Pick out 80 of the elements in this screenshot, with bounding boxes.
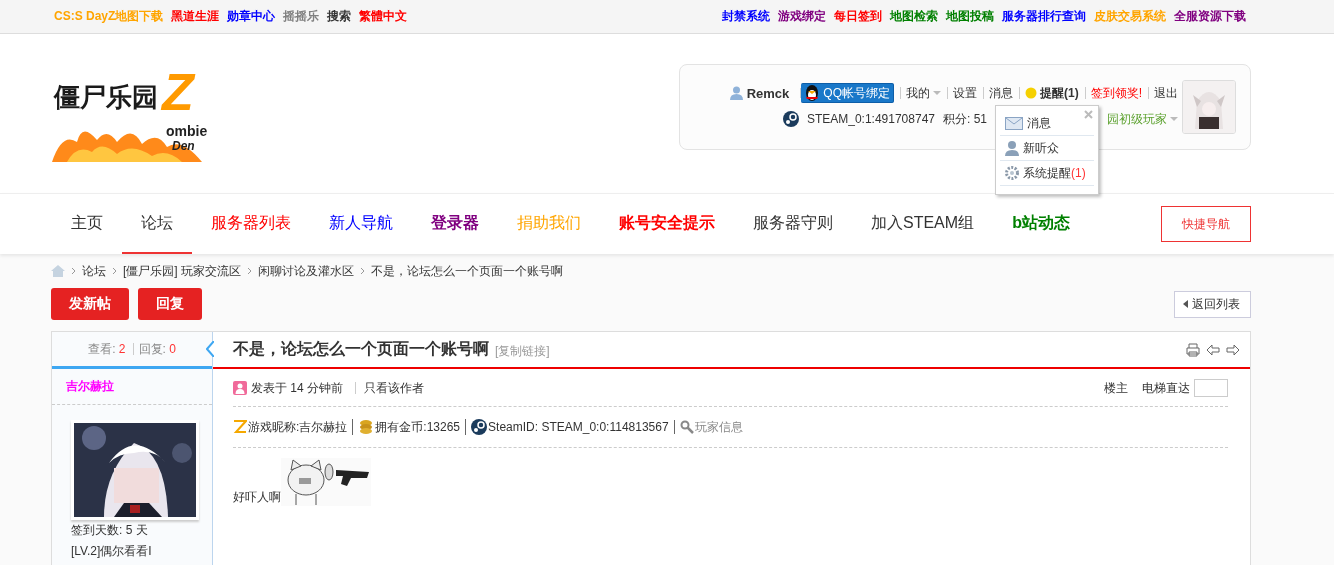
quick-nav-button[interactable]: 快捷导航 — [1161, 206, 1251, 242]
top-link[interactable]: 搜索 — [327, 8, 352, 25]
gear-icon — [1005, 166, 1019, 180]
player-info[interactable]: 玩家信息 — [694, 421, 743, 433]
chevron-icon — [112, 267, 117, 275]
nav-tab[interactable]: 账号安全提示 — [600, 194, 734, 254]
top-link[interactable]: 游戏绑定 — [778, 8, 826, 25]
only-author-link[interactable]: 只看该作者 — [355, 381, 424, 394]
user-link[interactable]: 退出 — [1154, 87, 1178, 99]
dropdown-item[interactable]: 系统提醒(1) — [1000, 161, 1094, 186]
floor-jump-field[interactable] — [1194, 378, 1228, 397]
user-icon — [1005, 140, 1019, 156]
top-link[interactable]: 繁體中文 — [359, 8, 408, 25]
player-info: 游戏昵称:吉尔赫拉 — [248, 421, 348, 433]
breadcrumb-link[interactable]: 不是，论坛怎么一个页面一个账号啊 — [371, 262, 563, 280]
user-link[interactable]: 设置 — [953, 87, 977, 99]
views-count: 查看: 2 — [88, 343, 126, 355]
steam-icon — [782, 111, 799, 127]
player-info: SteamID: STEAM_0:0:114813567 — [488, 421, 669, 433]
nav-tab[interactable]: 服务器守则 — [734, 194, 852, 254]
post-time: 发表于 14 分钟前 — [251, 381, 343, 394]
chevron-icon — [360, 267, 365, 275]
close-icon[interactable] — [1084, 110, 1093, 119]
chevron-icon — [71, 267, 76, 275]
coins-icon — [358, 419, 375, 435]
top-link[interactable]: 摇摇乐 — [283, 8, 320, 25]
top-link[interactable]: 全服资源下载 — [1174, 8, 1246, 25]
nav-tab[interactable]: b站动态 — [993, 194, 1089, 254]
post-text: 好吓人啊 — [233, 489, 281, 506]
steam-id: STEAM_0:1:491708747 — [806, 112, 935, 126]
sign-days: 签到天数: 5 天 — [52, 520, 212, 541]
username-link[interactable]: Remck — [746, 85, 790, 101]
replies-count: 回复: 0 — [132, 343, 176, 355]
print-icon[interactable] — [1186, 342, 1200, 357]
user-icon — [729, 86, 743, 100]
nav-tab[interactable]: 主页 — [52, 194, 122, 254]
dropdown-item[interactable]: 消息 — [1000, 111, 1094, 136]
breadcrumb-link[interactable]: [僵尸乐园] 玩家交流区 — [123, 262, 241, 280]
user-link[interactable]: 签到领奖! — [1090, 87, 1142, 99]
points: 积分: 51 — [943, 110, 987, 128]
steam-icon — [471, 419, 488, 435]
top-link[interactable]: 地图投稿 — [946, 8, 994, 25]
nav-tab[interactable]: 加入STEAM组 — [852, 194, 994, 254]
nav-tab[interactable]: 服务器列表 — [192, 194, 310, 254]
nav-tab[interactable]: 登录器 — [412, 194, 498, 254]
qq-bind-button[interactable]: QQ帐号绑定 — [801, 83, 894, 103]
post-button[interactable]: 回复 — [138, 288, 202, 320]
thread-title: 不是，论坛怎么一个页面一个账号啊 — [233, 339, 489, 359]
top-link[interactable]: 地图检索 — [890, 8, 938, 25]
top-link[interactable]: 每日签到 — [834, 8, 882, 25]
nav-tab[interactable]: 论坛 — [122, 194, 192, 254]
jump-label: 电梯直达 — [1142, 381, 1190, 394]
player-info: 拥有金币:13265 — [375, 421, 461, 433]
breadcrumb-link[interactable]: 闲聊讨论及灌水区 — [258, 262, 354, 280]
arrow-right-icon[interactable] — [1226, 343, 1240, 356]
breadcrumb-link[interactable]: 论坛 — [82, 262, 106, 280]
floor-label: 楼主 — [1104, 381, 1128, 394]
top-link[interactable]: 勋章中心 — [227, 8, 276, 25]
user-level: [LV.2]偶尔看看I — [70, 543, 153, 560]
search-icon — [679, 420, 694, 434]
post-button[interactable]: 发新帖 — [51, 288, 129, 320]
envelope-icon — [1005, 116, 1023, 130]
arrow-left-icon[interactable] — [1206, 343, 1220, 356]
z-icon — [233, 420, 247, 434]
triangle-icon — [1183, 300, 1188, 308]
user-link[interactable]: 我的 — [906, 86, 941, 100]
logo-text[interactable]: 僵尸乐园 — [54, 84, 158, 110]
user-link[interactable]: 消息 — [989, 87, 1013, 99]
author-icon — [233, 380, 247, 395]
nav-tab[interactable]: 新人导航 — [310, 194, 412, 254]
dropdown-item[interactable]: 新听众 — [1000, 136, 1094, 161]
top-link[interactable]: 封禁系统 — [722, 8, 770, 25]
top-link[interactable]: 黑道生涯 — [171, 8, 220, 25]
bulb-icon — [1025, 87, 1037, 99]
logo-word[interactable]: ombie — [166, 124, 208, 138]
back-to-list-button[interactable]: 返回列表 — [1174, 290, 1251, 318]
penguin-icon — [804, 84, 821, 102]
top-link[interactable]: 服务器排行查询 — [1002, 8, 1086, 25]
chevron-icon — [247, 267, 252, 275]
user-link[interactable]: 提醒(1) — [1040, 87, 1079, 99]
